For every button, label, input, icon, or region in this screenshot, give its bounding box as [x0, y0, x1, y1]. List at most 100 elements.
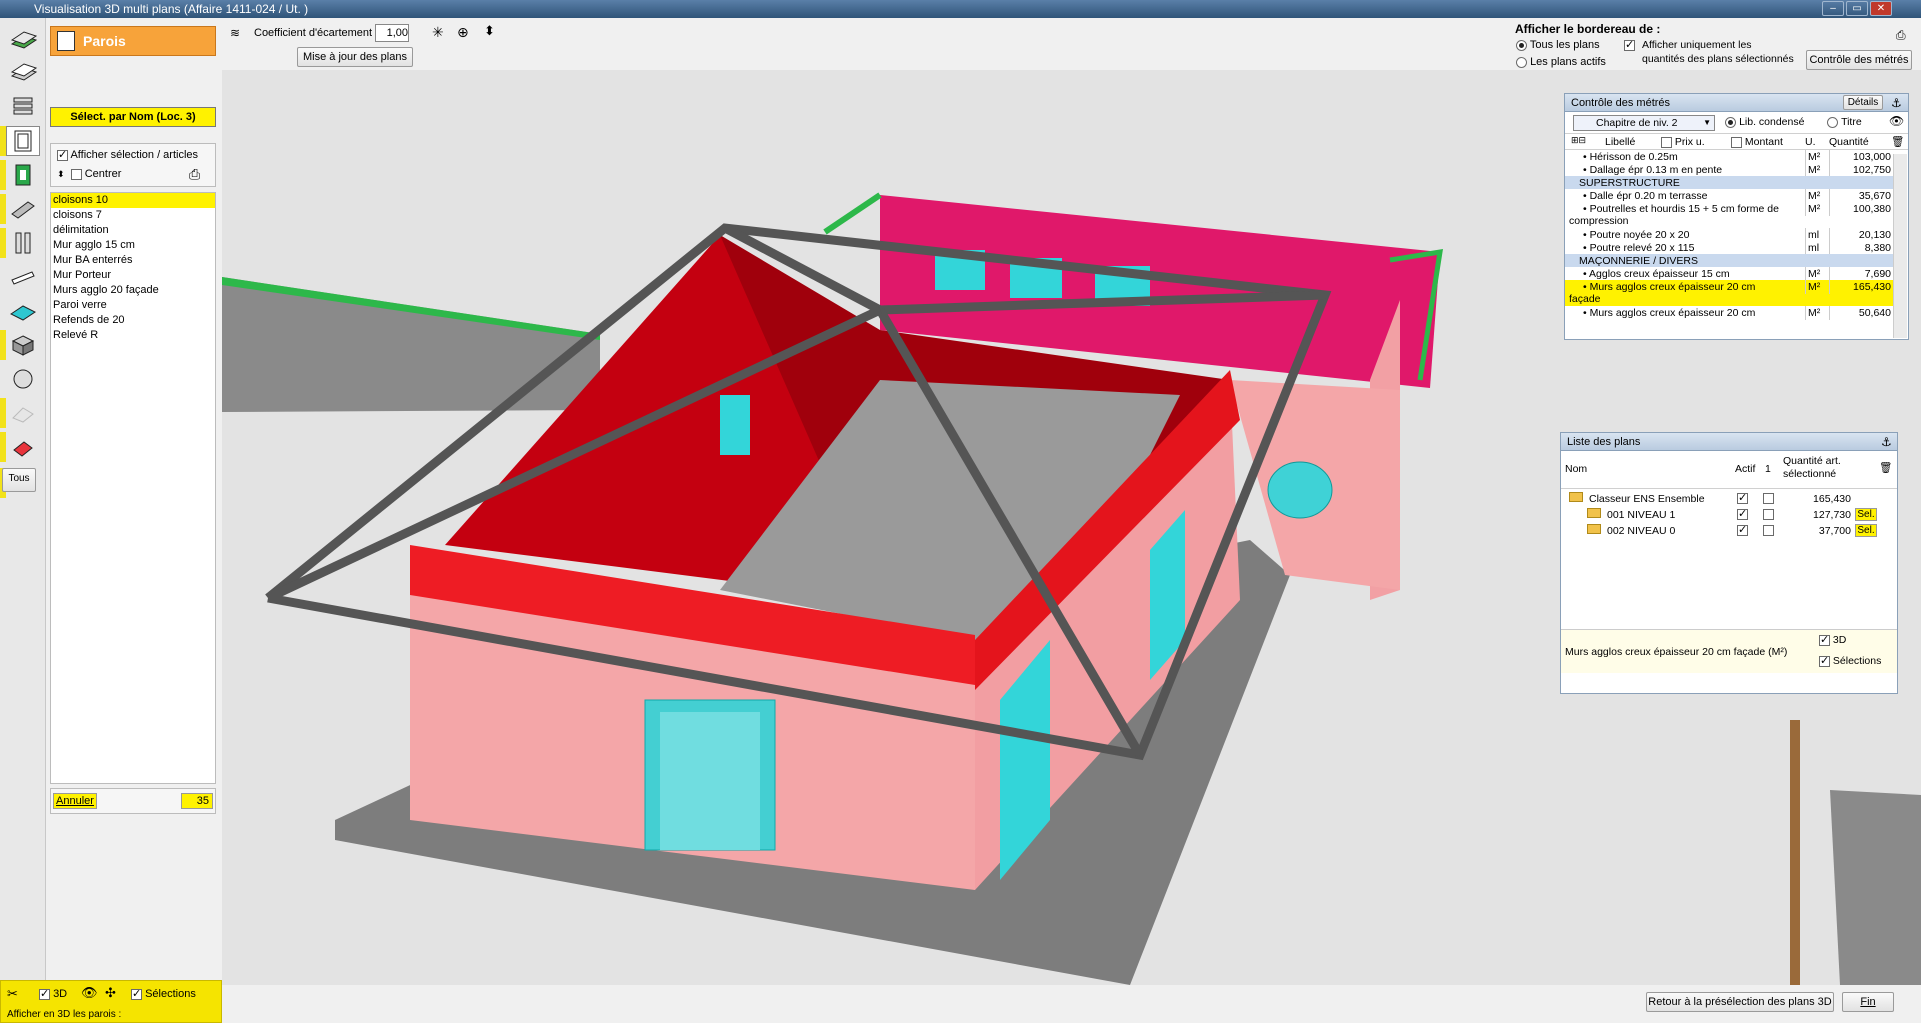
active-plans-label: Les plans actifs: [1530, 56, 1606, 68]
table-row[interactable]: • Dalle épr 0.20 m terrasse M² 35,670: [1565, 189, 1893, 203]
updown-icon[interactable]: ⬍: [484, 23, 495, 39]
only-qty-checkbox[interactable]: [1624, 38, 1635, 51]
plan-active-checkbox[interactable]: [1737, 523, 1748, 537]
print-icon[interactable]: ⎙: [1896, 28, 1906, 43]
plans-3d-checkbox[interactable]: [1819, 633, 1830, 646]
tree-icon: ⊞⊟: [1571, 135, 1587, 145]
list-item[interactable]: Mur agglo 15 cm: [51, 238, 215, 253]
tool-columns-button[interactable]: [6, 228, 40, 258]
tool-terrain-button[interactable]: [6, 364, 40, 394]
tool-layers-button[interactable]: [6, 92, 40, 122]
plans-selections-checkbox[interactable]: [1819, 654, 1830, 667]
bottom-left-bar: ✂ 3D 👁 ✣ Sélections Afficher en 3D les p…: [0, 980, 222, 1023]
tool-lintel-button[interactable]: [6, 262, 40, 292]
show-selection-checkbox[interactable]: [57, 148, 68, 161]
list-item[interactable]: délimitation: [51, 223, 215, 238]
columns-icon: [15, 232, 31, 254]
plan-one-checkbox[interactable]: [1763, 493, 1774, 504]
plan-row[interactable]: 001 NIVEAU 1 127,730 Sel.: [1561, 507, 1881, 523]
tool-object-button[interactable]: [6, 330, 40, 360]
table-row[interactable]: SUPERSTRUCTURE: [1565, 176, 1893, 189]
plans-title: Liste des plans: [1567, 436, 1641, 448]
eye-icon[interactable]: 👁: [1889, 114, 1904, 128]
cancel-button[interactable]: Annuler: [53, 793, 97, 809]
control-metres-button[interactable]: Contrôle des métrés: [1806, 50, 1912, 70]
plan-row[interactable]: 002 NIVEAU 0 37,700 Sel.: [1561, 523, 1881, 539]
plan-one-checkbox[interactable]: [1763, 525, 1774, 536]
spin-icon[interactable]: ⬍: [57, 169, 65, 179]
table-row[interactable]: • Poutre relevé 20 x 115 ml 8,380: [1565, 241, 1893, 255]
list-item[interactable]: cloisons 7: [51, 208, 215, 223]
table-row[interactable]: • Poutre noyée 20 x 20 ml 20,130: [1565, 228, 1893, 242]
network-icon[interactable]: ✣: [105, 985, 116, 1001]
table-row[interactable]: • Dallage épr 0.13 m en pente M² 102,750: [1565, 163, 1893, 177]
return-preselection-button[interactable]: Retour à la présélection des plans 3D: [1646, 992, 1834, 1012]
table-row[interactable]: MAÇONNERIE / DIVERS: [1565, 254, 1893, 267]
plan-active-checkbox[interactable]: [1737, 491, 1748, 505]
plan-one-checkbox[interactable]: [1763, 509, 1774, 520]
list-item[interactable]: Mur Porteur: [51, 268, 215, 283]
plans-table: Classeur ENS Ensemble 165,430 001 NIVEAU 1…: [1561, 489, 1897, 629]
eye-icon[interactable]: 👁: [81, 985, 98, 1001]
plan-row[interactable]: Classeur ENS Ensemble 165,430: [1561, 491, 1881, 507]
anchor-icon[interactable]: ⚓: [1881, 433, 1892, 451]
selections-checkbox[interactable]: [131, 987, 142, 1000]
table-row[interactable]: • Murs agglos creux épaisseur 20 cm M² 50,…: [1565, 306, 1893, 320]
title-bar: Visualisation 3D multi plans (Affaire 14…: [0, 0, 1921, 18]
titre-radio[interactable]: [1827, 116, 1838, 128]
coef-input[interactable]: [375, 24, 409, 42]
close-button[interactable]: ✕: [1870, 1, 1892, 16]
end-button[interactable]: Fin: [1842, 992, 1894, 1012]
green-edge-1: [823, 192, 882, 235]
plan-active-checkbox[interactable]: [1737, 507, 1748, 521]
trash-icon[interactable]: 🗑: [1879, 461, 1892, 474]
table-row[interactable]: • Poutrelles et hourdis 15 + 5 cm forme …: [1565, 202, 1893, 228]
controle-options: Chapitre de niv. 2 ▼ Lib. condensé Titre…: [1565, 112, 1908, 134]
tool-hidden-button[interactable]: [6, 398, 40, 428]
lintel-icon: [11, 271, 35, 285]
list-item[interactable]: Refends de 20: [51, 313, 215, 328]
list-item[interactable]: Relevé R: [51, 328, 215, 343]
print-icon[interactable]: ⎙: [189, 166, 200, 183]
minimize-button[interactable]: –: [1822, 1, 1844, 16]
sel-button[interactable]: Sel.: [1855, 524, 1877, 537]
active-plans-radio[interactable]: [1516, 56, 1527, 68]
tool-slab-button[interactable]: [6, 58, 40, 88]
scrollbar[interactable]: [1893, 154, 1907, 338]
center-checkbox[interactable]: [70, 168, 82, 180]
all-button[interactable]: Tous: [2, 468, 36, 492]
table-row[interactable]: • Agglos creux épaisseur 15 cm M² 7,690: [1565, 267, 1893, 281]
prix-checkbox[interactable]: [1661, 136, 1672, 148]
tool-marker-button[interactable]: [6, 432, 40, 462]
list-item[interactable]: cloisons 10: [51, 193, 215, 208]
tool-beams-button[interactable]: [6, 194, 40, 224]
plans-columns: Nom Actif 1 Quantité art. sélectionné 🗑: [1561, 451, 1897, 489]
post: [1790, 720, 1800, 985]
all-plans-radio[interactable]: [1516, 39, 1527, 51]
show-3d-checkbox[interactable]: [39, 987, 50, 1000]
tools-icon[interactable]: ✂: [7, 986, 18, 1002]
col-nom: Nom: [1565, 463, 1588, 475]
list-item[interactable]: Murs agglo 20 façade: [51, 283, 215, 298]
list-item[interactable]: Paroi verre: [51, 298, 215, 313]
chapter-select[interactable]: Chapitre de niv. 2 ▼: [1573, 115, 1715, 131]
label-selections: Sélections: [145, 988, 196, 1000]
tool-openings-button[interactable]: [6, 160, 40, 190]
explode-icon[interactable]: ✳: [432, 24, 444, 41]
table-row[interactable]: • Hérisson de 0.25m M² 103,000: [1565, 150, 1893, 164]
update-plans-button[interactable]: Mise à jour des plans: [297, 47, 413, 67]
details-button[interactable]: Détails: [1843, 95, 1883, 110]
anchor-icon[interactable]: ⚓: [1891, 94, 1902, 112]
table-row[interactable]: • Murs agglos creux épaisseur 20 cm façad…: [1565, 280, 1893, 306]
maximize-button[interactable]: ▭: [1846, 1, 1868, 16]
list-item[interactable]: Mur BA enterrés: [51, 253, 215, 268]
tool-floor-button[interactable]: [6, 24, 40, 54]
lib-condense-radio[interactable]: [1725, 116, 1736, 128]
montant-checkbox[interactable]: [1731, 136, 1742, 148]
zoom-icon[interactable]: ⊕: [457, 24, 469, 41]
sel-button[interactable]: Sel.: [1855, 508, 1877, 521]
select-by-name-button[interactable]: Sélect. par Nom (Loc. 3): [50, 107, 216, 127]
tool-roof-button[interactable]: [6, 296, 40, 326]
tool-walls-button[interactable]: [6, 126, 40, 156]
trash-icon[interactable]: 🗑: [1891, 135, 1904, 148]
